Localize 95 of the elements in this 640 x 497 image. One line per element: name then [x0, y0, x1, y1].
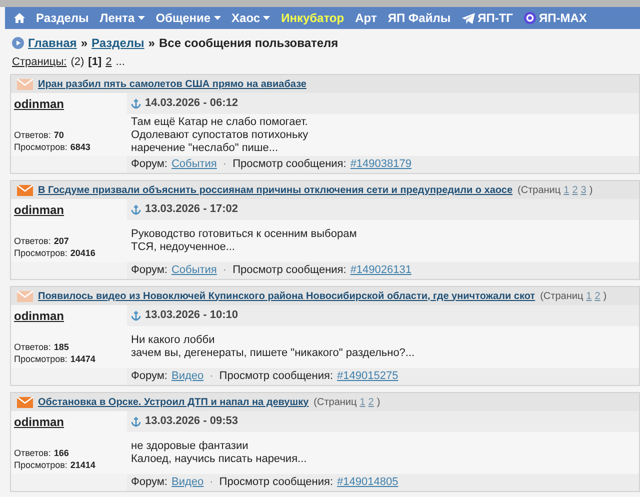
breadcrumb-current: Все сообщения пользователя [158, 35, 338, 52]
page-link[interactable]: 1 [564, 182, 570, 198]
stat-label: Ответов: [14, 341, 51, 353]
post-link[interactable]: #149038179 [350, 156, 412, 173]
views-count: 6843 [70, 141, 90, 153]
pages-close: ) [589, 184, 593, 198]
page-link[interactable]: [1] [88, 54, 102, 71]
views-count: 14474 [70, 353, 96, 365]
separator-dot: · [222, 263, 228, 278]
forum-label: Форум: [131, 369, 168, 384]
page-link[interactable]: 2 [594, 288, 600, 304]
pages-more: ... [116, 55, 125, 70]
post-excerpt: не здоровые фантазии [131, 440, 250, 453]
ring-logo-icon [524, 12, 536, 24]
nav-link[interactable]: ЯП-МАХ [524, 9, 587, 27]
nav-link[interactable]: Инкубатор [281, 9, 344, 27]
page-link[interactable]: 3 [580, 182, 586, 198]
stat-label: Просмотров: [14, 141, 68, 153]
post-excerpt: Одолевают супостатов потихоньку [131, 128, 310, 142]
post-link[interactable]: #149014805 [337, 474, 398, 491]
pages-label: (Страниц [518, 184, 561, 198]
pages-total: (2) [70, 55, 84, 70]
nav-link[interactable]: ЯП Файлы [388, 9, 451, 27]
separator-dot: · [208, 475, 214, 490]
replies-count: 70 [54, 129, 64, 141]
post-date: 13.03.2026 - 10:10 [145, 308, 238, 324]
forum-label: Форум: [131, 475, 168, 490]
breadcrumb-separator: » [148, 35, 155, 52]
nav-link[interactable]: ЯП-ТГ [462, 9, 513, 27]
stat-label: Ответов: [14, 129, 51, 141]
replies-count: 207 [54, 235, 69, 247]
forum-label: Форум: [131, 263, 168, 278]
anchor-icon [131, 204, 141, 215]
replies-count: 166 [54, 447, 69, 459]
view-post-label: Просмотр сообщения: [232, 157, 346, 172]
forum-link[interactable]: Видео [171, 368, 204, 385]
post-date: 14.03.2026 - 06:12 [145, 96, 238, 112]
post-excerpt: ТСЯ, недоученное... [131, 241, 236, 254]
stat-label: Просмотров: [14, 353, 68, 365]
caret-icon [263, 16, 270, 20]
home-icon[interactable] [14, 13, 25, 23]
page-link[interactable]: 2 [106, 54, 112, 71]
pages-label: (Страниц [314, 396, 357, 410]
home-circle-icon [12, 37, 24, 49]
post-date: 13.03.2026 - 17:02 [145, 202, 238, 218]
nav-link[interactable]: Хаос [232, 9, 270, 27]
forum-link[interactable]: Видео [171, 474, 204, 491]
breadcrumb-separator: » [80, 35, 88, 52]
replies-count: 185 [54, 341, 69, 353]
pages-close: ) [603, 290, 607, 304]
nav-link[interactable]: Общение [156, 9, 221, 27]
stat-label: Ответов: [14, 447, 51, 459]
nav-link[interactable]: Разделы [36, 9, 89, 27]
caret-icon [138, 16, 145, 20]
post-excerpt: Руководство готовиться к осенним выборам [131, 228, 358, 241]
breadcrumb-link[interactable]: Разделы [92, 34, 144, 52]
paper-plane-icon [462, 12, 475, 24]
separator-dot: · [208, 369, 214, 384]
forum-link[interactable]: События [171, 262, 217, 279]
anchor-icon [131, 98, 141, 109]
page-link[interactable]: 2 [368, 394, 374, 410]
post-excerpt: Там ещё Катар не слабо помогает. [131, 116, 309, 128]
view-post-label: Просмотр сообщения: [219, 475, 334, 490]
breadcrumb-link[interactable]: Главная [28, 34, 77, 52]
topic-link[interactable]: Появилось видео из Новоключей Купинского района Новосибирской области, где уничтожали скот [38, 288, 536, 304]
forum-link[interactable]: События [171, 156, 217, 173]
pages-close: ) [376, 396, 380, 410]
views-count: 21414 [70, 459, 96, 471]
post-excerpt: Калоед, научись писать наречия... [131, 453, 308, 466]
separator-dot: · [222, 157, 228, 172]
stat-label: Просмотров: [14, 247, 68, 259]
caret-icon [214, 16, 221, 20]
page-link[interactable]: 2 [572, 182, 578, 198]
post-excerpt: зачем вы, дегенераты, пишете "никакого" раздельно?... [131, 347, 416, 360]
post-link[interactable]: #149026131 [350, 262, 412, 279]
topic-link[interactable]: В Госдуме призвали объяснить россиянам причины отключения сети и предупредили о хаосе [38, 182, 513, 198]
post-excerpt: Ни какого лобби [131, 334, 216, 347]
stat-label: Ответов: [14, 235, 51, 247]
stat-label: Просмотров: [14, 459, 68, 471]
post-excerpt: наречение "неслабо" пише... [131, 142, 280, 154]
view-post-label: Просмотр сообщения: [232, 263, 346, 278]
nav-link[interactable]: Лента [100, 9, 145, 27]
view-post-label: Просмотр сообщения: [219, 369, 334, 384]
post-date: 13.03.2026 - 09:53 [145, 414, 238, 430]
views-count: 20416 [70, 247, 96, 259]
pages-label[interactable]: Страницы: [12, 54, 67, 71]
nav-link[interactable]: Арт [355, 9, 377, 27]
page-link[interactable]: 1 [360, 394, 366, 410]
post-link[interactable]: #149015275 [337, 368, 398, 385]
anchor-icon [131, 416, 141, 427]
pages-label: (Страниц [540, 290, 584, 304]
anchor-icon [131, 310, 141, 321]
topic-link[interactable]: Обстановка в Орске. Устроил ДТП и напал на девушку [38, 394, 309, 410]
page-link[interactable]: 1 [586, 288, 592, 304]
forum-label: Форум: [131, 157, 168, 172]
